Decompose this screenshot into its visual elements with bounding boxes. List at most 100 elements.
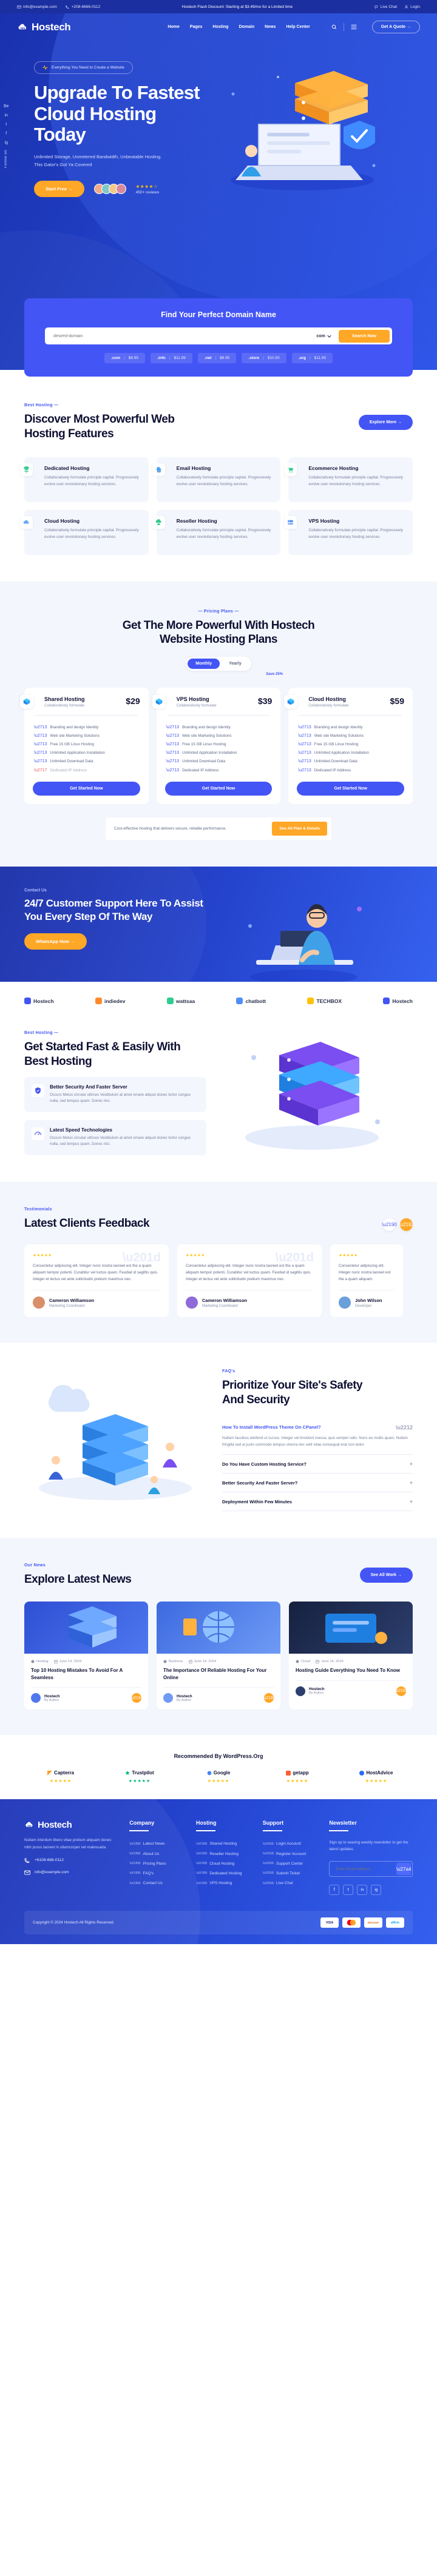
- footer-link[interactable]: \u00bb Submit Ticket: [263, 1868, 317, 1878]
- nav-item-home[interactable]: Home: [168, 25, 179, 29]
- behance-icon[interactable]: Be: [4, 104, 9, 109]
- footer-phone-text: +6108-666-0112: [35, 1858, 64, 1863]
- nav-item-pages[interactable]: Pages: [190, 25, 203, 29]
- news-card[interactable]: Cloud June 14, 2024 Hosting Guide Everyt…: [289, 1602, 413, 1710]
- newsletter-submit-button[interactable]: \u27a4: [396, 1863, 411, 1876]
- instagram-icon[interactable]: ig: [5, 141, 8, 145]
- footer-link[interactable]: \u00bb Login Account: [263, 1839, 317, 1849]
- get-started-button[interactable]: Get Started Now: [297, 782, 404, 796]
- footer-link[interactable]: \u00bb About Us: [129, 1849, 184, 1859]
- billing-toggle[interactable]: Monthly Yearly: [186, 657, 251, 671]
- instagram-icon[interactable]: ig: [371, 1885, 382, 1896]
- footer-link[interactable]: \u00bb Latest News: [129, 1839, 184, 1849]
- search-now-button[interactable]: Search Now: [338, 329, 390, 343]
- footer-link[interactable]: \u00bb Shared Hosting: [196, 1839, 251, 1849]
- news-arrow-icon[interactable]: \u2192: [395, 1686, 408, 1696]
- chevron-right-icon: \u00bb: [262, 1852, 274, 1856]
- tld-select[interactable]: com: [310, 334, 339, 338]
- linkedin-icon[interactable]: in: [357, 1885, 368, 1896]
- toggle-monthly[interactable]: Monthly: [188, 659, 220, 669]
- live-chat-link[interactable]: Live Chat: [374, 5, 397, 9]
- plus-icon[interactable]: +: [410, 1461, 413, 1467]
- tld-chip[interactable]: .org | $11.95: [291, 353, 333, 363]
- tld-chip[interactable]: .info | $11.99: [151, 353, 192, 363]
- check-icon: \u2713: [166, 768, 180, 773]
- footer-link[interactable]: \u00bb FAQ's: [129, 1868, 184, 1878]
- footer-link[interactable]: \u00bb Contact Us: [129, 1879, 184, 1888]
- feature-card[interactable]: VPS Hosting Collaboratively formulate pr…: [284, 509, 413, 555]
- footer-link[interactable]: \u00bb Dedicated Hosting: [196, 1868, 251, 1878]
- faq-question-row[interactable]: Deployment Within Few Minutes +: [222, 1498, 413, 1504]
- nav-item-domain[interactable]: Domain: [239, 25, 254, 29]
- news-card[interactable]: Business June 14, 2024 The Importance Of…: [157, 1602, 280, 1710]
- plan-name: Cloud Hosting: [308, 696, 346, 702]
- tld-chip[interactable]: .com | $9.95: [104, 353, 146, 363]
- calendar-icon: [188, 1660, 192, 1663]
- nav-item-hosting[interactable]: Hosting: [212, 25, 228, 29]
- facebook-icon[interactable]: f: [5, 132, 7, 136]
- support-eyebrow: Contact Us: [24, 888, 47, 893]
- start-free-button[interactable]: Start Free →: [34, 181, 84, 198]
- see-all-plans-button[interactable]: See All Plan & Details: [272, 822, 327, 836]
- footer-link[interactable]: \u00bb Reseller Hosting: [196, 1849, 251, 1859]
- footer-email[interactable]: info@example.com: [24, 1870, 117, 1876]
- footer-link[interactable]: \u00bb Live Chat: [263, 1879, 317, 1888]
- explore-more-button[interactable]: Explore More →: [358, 414, 413, 430]
- news-arrow-icon[interactable]: \u2192: [130, 1693, 143, 1703]
- footer-link[interactable]: \u00bb Register Account: [263, 1849, 317, 1859]
- twitter-icon[interactable]: t: [5, 122, 7, 127]
- footer-link[interactable]: \u00bb VPS Hosting: [196, 1879, 251, 1888]
- brand-logo[interactable]: Hostech: [17, 21, 71, 33]
- tld-chip[interactable]: .store | $10.50: [242, 353, 286, 363]
- news-arrow-icon[interactable]: \u2192: [262, 1693, 276, 1703]
- nav-item-news[interactable]: News: [265, 25, 276, 29]
- whatsapp-now-button[interactable]: WhatsApp Now →: [24, 933, 87, 950]
- hamburger-menu-icon[interactable]: [351, 24, 357, 30]
- domain-search-input[interactable]: [47, 334, 310, 338]
- feature-card[interactable]: Email Hosting Collaboratively formulate …: [152, 457, 281, 502]
- faq-question-row[interactable]: Do You Have Custom Hosting Service? +: [222, 1461, 413, 1467]
- news-card[interactable]: Hosting June 14, 2024 Top 10 Hosting Mis…: [24, 1602, 148, 1710]
- get-quote-button[interactable]: Get A Quote →: [371, 21, 420, 33]
- feature-card[interactable]: Ecommerce Hosting Collaboratively formul…: [284, 457, 413, 502]
- footer-link[interactable]: \u00bb Cloud Hosting: [196, 1859, 251, 1868]
- nav-item-help-center[interactable]: Help Center: [286, 25, 310, 29]
- topbar-email[interactable]: info@example.com: [17, 5, 57, 9]
- chevron-right-icon: \u00bb: [195, 1862, 208, 1866]
- search-icon[interactable]: [331, 24, 337, 30]
- brand-mark-icon: [95, 998, 102, 1005]
- faq-item[interactable]: Better Security And Faster Server? +: [222, 1474, 413, 1493]
- feature-card[interactable]: Cloud Hosting Collaboratively formulate …: [20, 509, 149, 555]
- next-arrow-icon[interactable]: \u2192: [399, 1218, 414, 1231]
- plus-icon[interactable]: +: [410, 1480, 413, 1486]
- faq-question-row[interactable]: How To Install WordPress Theme On CPanel…: [222, 1424, 413, 1431]
- linkedin-icon[interactable]: in: [5, 113, 8, 118]
- footer-logo[interactable]: Hostech: [24, 1820, 117, 1830]
- topbar-actions: Live Chat Login: [374, 5, 420, 9]
- faq-item[interactable]: Deployment Within Few Minutes +: [222, 1492, 413, 1512]
- see-all-work-button[interactable]: See All Work →: [359, 1568, 413, 1583]
- footer-link[interactable]: \u00bb Support Center: [263, 1859, 317, 1868]
- minus-icon[interactable]: \u2212: [396, 1424, 413, 1431]
- tld-chip[interactable]: .net | $8.95: [197, 353, 237, 363]
- twitter-icon[interactable]: t: [343, 1885, 354, 1896]
- plan-name: Shared Hosting: [44, 696, 85, 702]
- faq-item[interactable]: How To Install WordPress Theme On CPanel…: [222, 1418, 413, 1455]
- topbar-phone[interactable]: +208-6666-0112: [66, 5, 100, 9]
- toggle-yearly[interactable]: Yearly: [221, 659, 249, 669]
- footer-phone[interactable]: +6108-666-0112: [24, 1857, 117, 1863]
- faq-item[interactable]: Do You Have Custom Hosting Service? +: [222, 1455, 413, 1474]
- get-started-button[interactable]: Get Started Now: [33, 782, 140, 796]
- plus-icon[interactable]: +: [410, 1498, 413, 1504]
- prev-arrow-icon[interactable]: \u2190: [382, 1218, 397, 1231]
- footer-link[interactable]: \u00bb Pricing Plans: [129, 1859, 184, 1868]
- support-agent-illustration: [248, 904, 362, 982]
- newsletter-email-input[interactable]: [331, 1867, 396, 1871]
- login-link[interactable]: Login: [404, 5, 420, 9]
- testimonial-role: Marketing Coordinator: [202, 1304, 239, 1308]
- feature-card[interactable]: Reseller Hosting Collaboratively formula…: [152, 509, 281, 555]
- feature-card[interactable]: Dedicated Hosting Collaboratively formul…: [20, 457, 149, 502]
- faq-question-row[interactable]: Better Security And Faster Server? +: [222, 1480, 413, 1486]
- get-started-button[interactable]: Get Started Now: [164, 782, 273, 796]
- facebook-icon[interactable]: f: [329, 1885, 340, 1896]
